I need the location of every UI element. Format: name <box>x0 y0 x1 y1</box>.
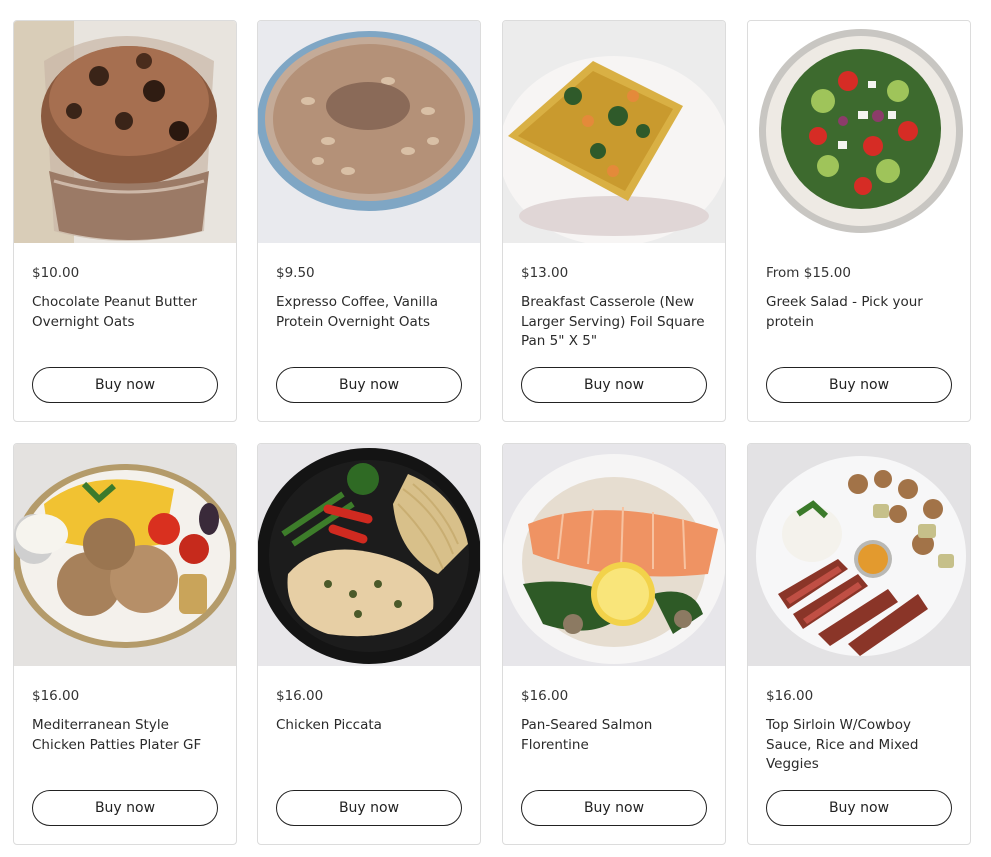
buy-now-button[interactable]: Buy now <box>276 790 462 826</box>
product-image[interactable] <box>748 21 970 243</box>
product-image[interactable] <box>14 21 236 243</box>
buy-now-button[interactable]: Buy now <box>766 367 952 403</box>
product-card[interactable]: $13.00 Breakfast Casserole (New Larger S… <box>502 20 726 422</box>
product-title[interactable]: Chocolate Peanut Butter Overnight Oats <box>32 293 224 332</box>
product-card[interactable]: $16.00 Mediterranean Style Chicken Patti… <box>13 443 237 845</box>
buy-now-button[interactable]: Buy now <box>766 790 952 826</box>
product-image[interactable] <box>14 444 236 666</box>
product-title[interactable]: Expresso Coffee, Vanilla Protein Overnig… <box>276 293 468 332</box>
product-price: From $15.00 <box>766 265 851 281</box>
product-price: $9.50 <box>276 265 315 281</box>
product-image[interactable] <box>258 444 480 666</box>
buy-now-button[interactable]: Buy now <box>276 367 462 403</box>
product-title[interactable]: Mediterranean Style Chicken Patties Plat… <box>32 716 224 755</box>
product-price: $16.00 <box>276 688 324 704</box>
product-card[interactable]: $9.50 Expresso Coffee, Vanilla Protein O… <box>257 20 481 422</box>
buy-now-button[interactable]: Buy now <box>521 367 707 403</box>
product-card[interactable]: $10.00 Chocolate Peanut Butter Overnight… <box>13 20 237 422</box>
product-title[interactable]: Breakfast Casserole (New Larger Serving)… <box>521 293 713 352</box>
product-card[interactable]: $16.00 Chicken Piccata Buy now <box>257 443 481 845</box>
product-image[interactable] <box>258 21 480 243</box>
product-title[interactable]: Greek Salad - Pick your protein <box>766 293 958 332</box>
product-card[interactable]: $16.00 Pan-Seared Salmon Florentine Buy … <box>502 443 726 845</box>
buy-now-button[interactable]: Buy now <box>521 790 707 826</box>
product-title[interactable]: Top Sirloin W/Cowboy Sauce, Rice and Mix… <box>766 716 958 775</box>
product-image[interactable] <box>503 21 725 243</box>
product-price: $16.00 <box>521 688 569 704</box>
product-card[interactable]: From $15.00 Greek Salad - Pick your prot… <box>747 20 971 422</box>
product-image[interactable] <box>503 444 725 666</box>
product-title[interactable]: Pan-Seared Salmon Florentine <box>521 716 713 755</box>
product-price: $16.00 <box>32 688 80 704</box>
product-price: $13.00 <box>521 265 569 281</box>
product-image[interactable] <box>748 444 970 666</box>
product-card[interactable]: $16.00 Top Sirloin W/Cowboy Sauce, Rice … <box>747 443 971 845</box>
buy-now-button[interactable]: Buy now <box>32 367 218 403</box>
product-title[interactable]: Chicken Piccata <box>276 716 468 736</box>
product-price: $16.00 <box>766 688 814 704</box>
product-price: $10.00 <box>32 265 80 281</box>
buy-now-button[interactable]: Buy now <box>32 790 218 826</box>
